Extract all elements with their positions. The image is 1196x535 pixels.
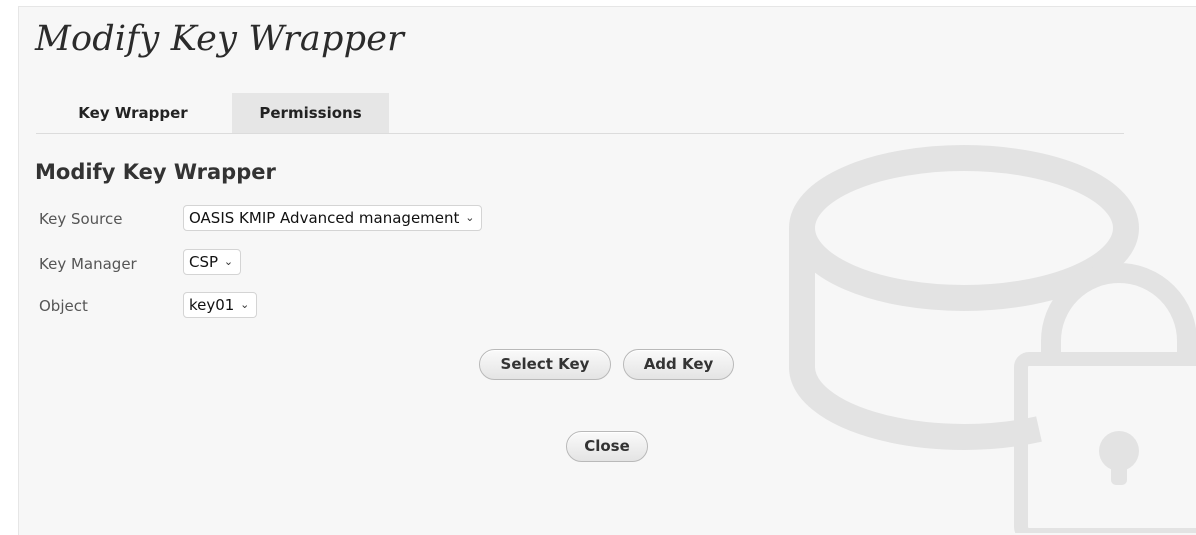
database-lock-icon: [789, 145, 1196, 533]
select-key-button[interactable]: Select Key: [479, 349, 611, 380]
page-title: Modify Key Wrapper: [35, 19, 405, 59]
modify-key-wrapper-panel: Modify Key Wrapper Key Wrapper Permissio…: [18, 6, 1196, 535]
object-select[interactable]: key01 ⌄: [183, 292, 258, 318]
object-value: key01: [189, 296, 235, 314]
key-manager-label: Key Manager: [39, 255, 137, 273]
tab-bar: Key Wrapper Permissions: [36, 93, 1124, 134]
key-source-select[interactable]: OASIS KMIP Advanced management ⌄: [183, 205, 483, 231]
key-source-value: OASIS KMIP Advanced management: [189, 209, 460, 227]
object-label: Object: [39, 297, 88, 315]
add-key-button[interactable]: Add Key: [623, 349, 734, 380]
tab-permissions[interactable]: Permissions: [232, 93, 389, 133]
key-source-label: Key Source: [39, 210, 123, 228]
key-manager-select[interactable]: CSP ⌄: [183, 249, 242, 275]
chevron-down-icon: ⌄: [240, 298, 250, 311]
chevron-down-icon: ⌄: [465, 211, 475, 224]
section-title: Modify Key Wrapper: [35, 160, 276, 184]
chevron-down-icon: ⌄: [223, 255, 234, 268]
close-button[interactable]: Close: [566, 431, 648, 462]
key-manager-value: CSP: [189, 253, 219, 271]
tab-key-wrapper[interactable]: Key Wrapper: [36, 93, 230, 133]
